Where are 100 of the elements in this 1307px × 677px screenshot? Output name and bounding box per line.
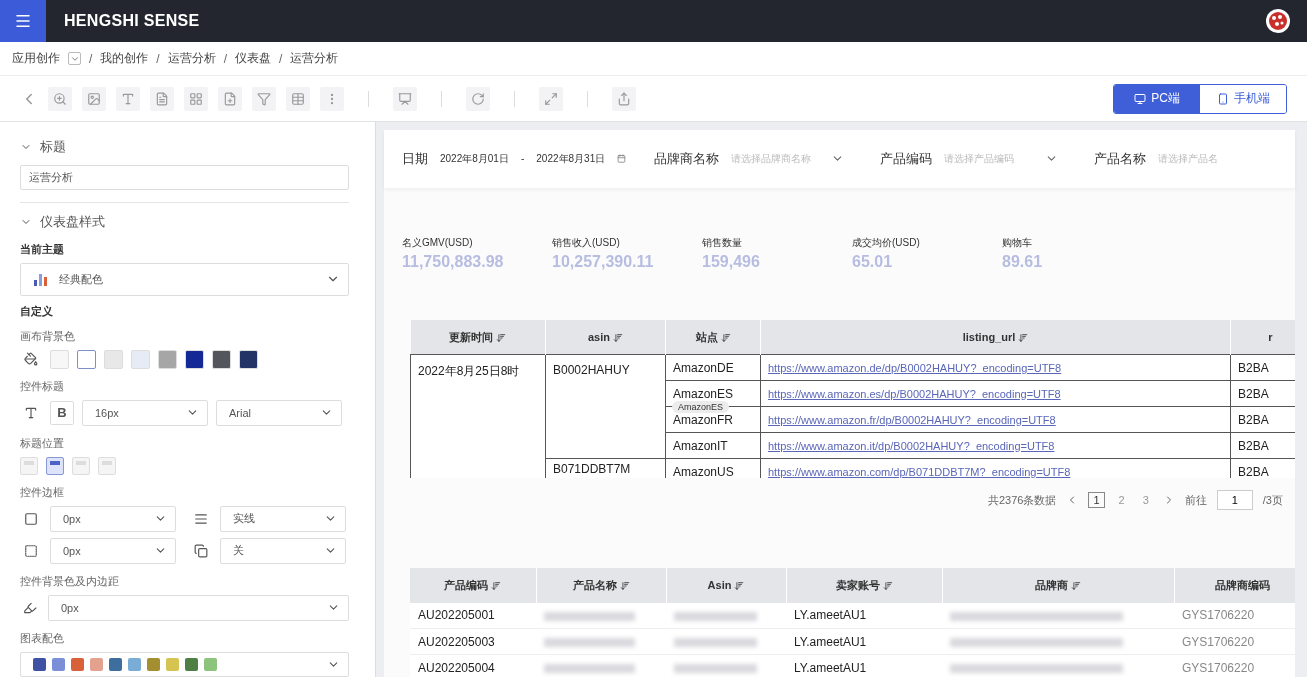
sort-icon[interactable] [613, 333, 623, 344]
sort-icon[interactable] [734, 581, 745, 592]
date-separator: - [520, 153, 525, 165]
sort-icon[interactable] [496, 332, 507, 343]
listing-link[interactable]: https://www.amazon.com/dp/B071DDBT7M?_encoding=UTF8 [768, 465, 1071, 478]
radius-select[interactable]: 0px [50, 537, 176, 564]
bold-button[interactable]: B [50, 400, 74, 425]
kpi-label: 购物车 [1002, 235, 1033, 250]
refresh-button[interactable] [466, 86, 490, 111]
breadcrumb-link[interactable]: 我的创作 [100, 50, 149, 67]
sort-icon[interactable] [1071, 580, 1081, 591]
breadcrumb-separator: / [156, 51, 160, 66]
breadcrumb-separator: / [223, 51, 228, 66]
preview-button[interactable] [393, 86, 417, 111]
end-date[interactable]: 2022年8月31日 [536, 151, 606, 166]
field-label: 画布背景色 [20, 328, 76, 344]
table-cell: LY.ameetAU1 [786, 654, 942, 677]
field-label: 自定义 [20, 303, 54, 319]
logo-icon[interactable] [1265, 8, 1291, 34]
section-heading: 仪表盘样式 [40, 212, 105, 231]
font-select[interactable]: Arial [216, 399, 342, 426]
text-icon [121, 91, 135, 106]
sort-icon[interactable] [619, 580, 630, 591]
sort-icon[interactable] [491, 580, 502, 591]
table-cell: 2022年8月25日8时 [410, 354, 546, 478]
color-swatch[interactable] [77, 349, 96, 369]
table-icon [291, 91, 305, 106]
table-cell: AmazonDE [665, 354, 761, 381]
listing-link[interactable]: https://www.amazon.it/dp/B0002HAHUY?_encoding=UTF8 [768, 439, 1055, 452]
grid-button[interactable] [184, 86, 208, 111]
padding-select[interactable]: 0px [48, 594, 349, 621]
field-label: 控件边框 [20, 484, 65, 500]
calendar-icon[interactable] [617, 153, 627, 165]
filter-label: 产品编码 [880, 149, 933, 168]
text-button[interactable] [116, 86, 140, 111]
listing-link[interactable]: https://www.amazon.fr/dp/B0002HAHUY?_encoding=UTF8 [768, 413, 1056, 426]
breadcrumb-link[interactable]: 运营分析 [167, 50, 216, 67]
column-header[interactable]: asin [545, 319, 666, 355]
column-header[interactable]: 产品编码 [410, 567, 536, 603]
column-header[interactable]: 产品名称 [536, 567, 666, 603]
kpi-value: 10,257,390.11 [552, 252, 655, 271]
page-input[interactable]: 1 [1216, 490, 1253, 511]
sort-icon[interactable] [882, 580, 893, 591]
table-button[interactable] [286, 86, 310, 111]
table-cell: B2BA [1230, 354, 1295, 381]
zoom-button[interactable] [48, 86, 72, 111]
kpi-value: 159,496 [702, 252, 761, 271]
column-header[interactable]: 品牌商 [942, 567, 1174, 603]
add-document-button[interactable] [218, 86, 242, 111]
expand-icon [544, 91, 558, 106]
sort-icon[interactable] [1018, 333, 1029, 344]
table-cell: LY.ameetAU1 [786, 628, 942, 655]
listing-link[interactable]: https://www.amazon.es/dp/B0002HAHUY?_encoding=UTF8 [768, 387, 1061, 400]
theme-select[interactable]: 经典配色 [20, 263, 349, 296]
column-header[interactable]: 站点 [665, 319, 761, 355]
palette-select[interactable] [20, 651, 349, 677]
font-size-select[interactable]: 16px [82, 399, 208, 426]
filter-button[interactable] [252, 86, 276, 111]
total-count: 共2376条数据 [987, 492, 1057, 508]
border-width-select[interactable]: 0px [50, 505, 176, 532]
filter-icon [257, 91, 271, 106]
title-position-button[interactable] [46, 456, 64, 475]
listing-link[interactable]: https://www.amazon.de/dp/B0002HAHUY?_encoding=UTF8 [768, 361, 1062, 374]
column-header[interactable]: 卖家账号 [786, 567, 942, 603]
column-header[interactable]: Asin [666, 567, 786, 603]
image-button[interactable] [82, 86, 106, 111]
title-input[interactable]: 运营分析 [20, 165, 349, 191]
image-icon [87, 91, 101, 106]
breadcrumb-link[interactable]: 运营分析 [290, 50, 339, 67]
bar-chart-icon [33, 272, 49, 287]
field-label: 标题位置 [20, 435, 65, 451]
column-header[interactable]: listing_url [760, 319, 1231, 355]
field-label: 控件背景色及内边距 [20, 573, 120, 589]
sort-icon[interactable] [720, 332, 731, 343]
field-label: 控件标题 [20, 378, 65, 394]
menu-icon [14, 12, 32, 30]
column-header[interactable]: 更新时间 [410, 319, 546, 355]
breadcrumb-link[interactable]: 应用创作 [12, 50, 60, 67]
column-header[interactable]: r [1230, 319, 1295, 355]
table-cell: LY.ameetAU1 [786, 602, 942, 629]
breadcrumb-link[interactable]: 仪表盘 [235, 50, 272, 67]
border-style-select[interactable]: 实线 [220, 505, 346, 532]
dropdown-button[interactable] [68, 52, 81, 65]
goto-label: 前往 [1184, 492, 1207, 508]
kpi-label: 成交均价(USD) [852, 235, 921, 250]
column-header[interactable]: 品牌商编码 [1174, 567, 1295, 603]
refresh-icon [471, 91, 485, 106]
start-date[interactable]: 2022年8月01日 [440, 151, 509, 166]
section-heading: 标题 [40, 137, 66, 156]
kpi-label: 销售收入(USD) [552, 235, 621, 250]
table-cell: AU202205003 [410, 628, 536, 655]
menu-button[interactable] [0, 0, 46, 42]
fullscreen-button[interactable] [539, 86, 563, 111]
view-toggle-tab[interactable]: PC端 [1114, 84, 1200, 113]
monitor-icon [1134, 92, 1147, 105]
phone-icon [1216, 92, 1229, 105]
share-button[interactable] [612, 86, 636, 111]
document-button[interactable] [150, 86, 174, 111]
page-button[interactable]: 1 [1088, 492, 1105, 509]
shadow-select[interactable]: 关 [220, 537, 346, 564]
